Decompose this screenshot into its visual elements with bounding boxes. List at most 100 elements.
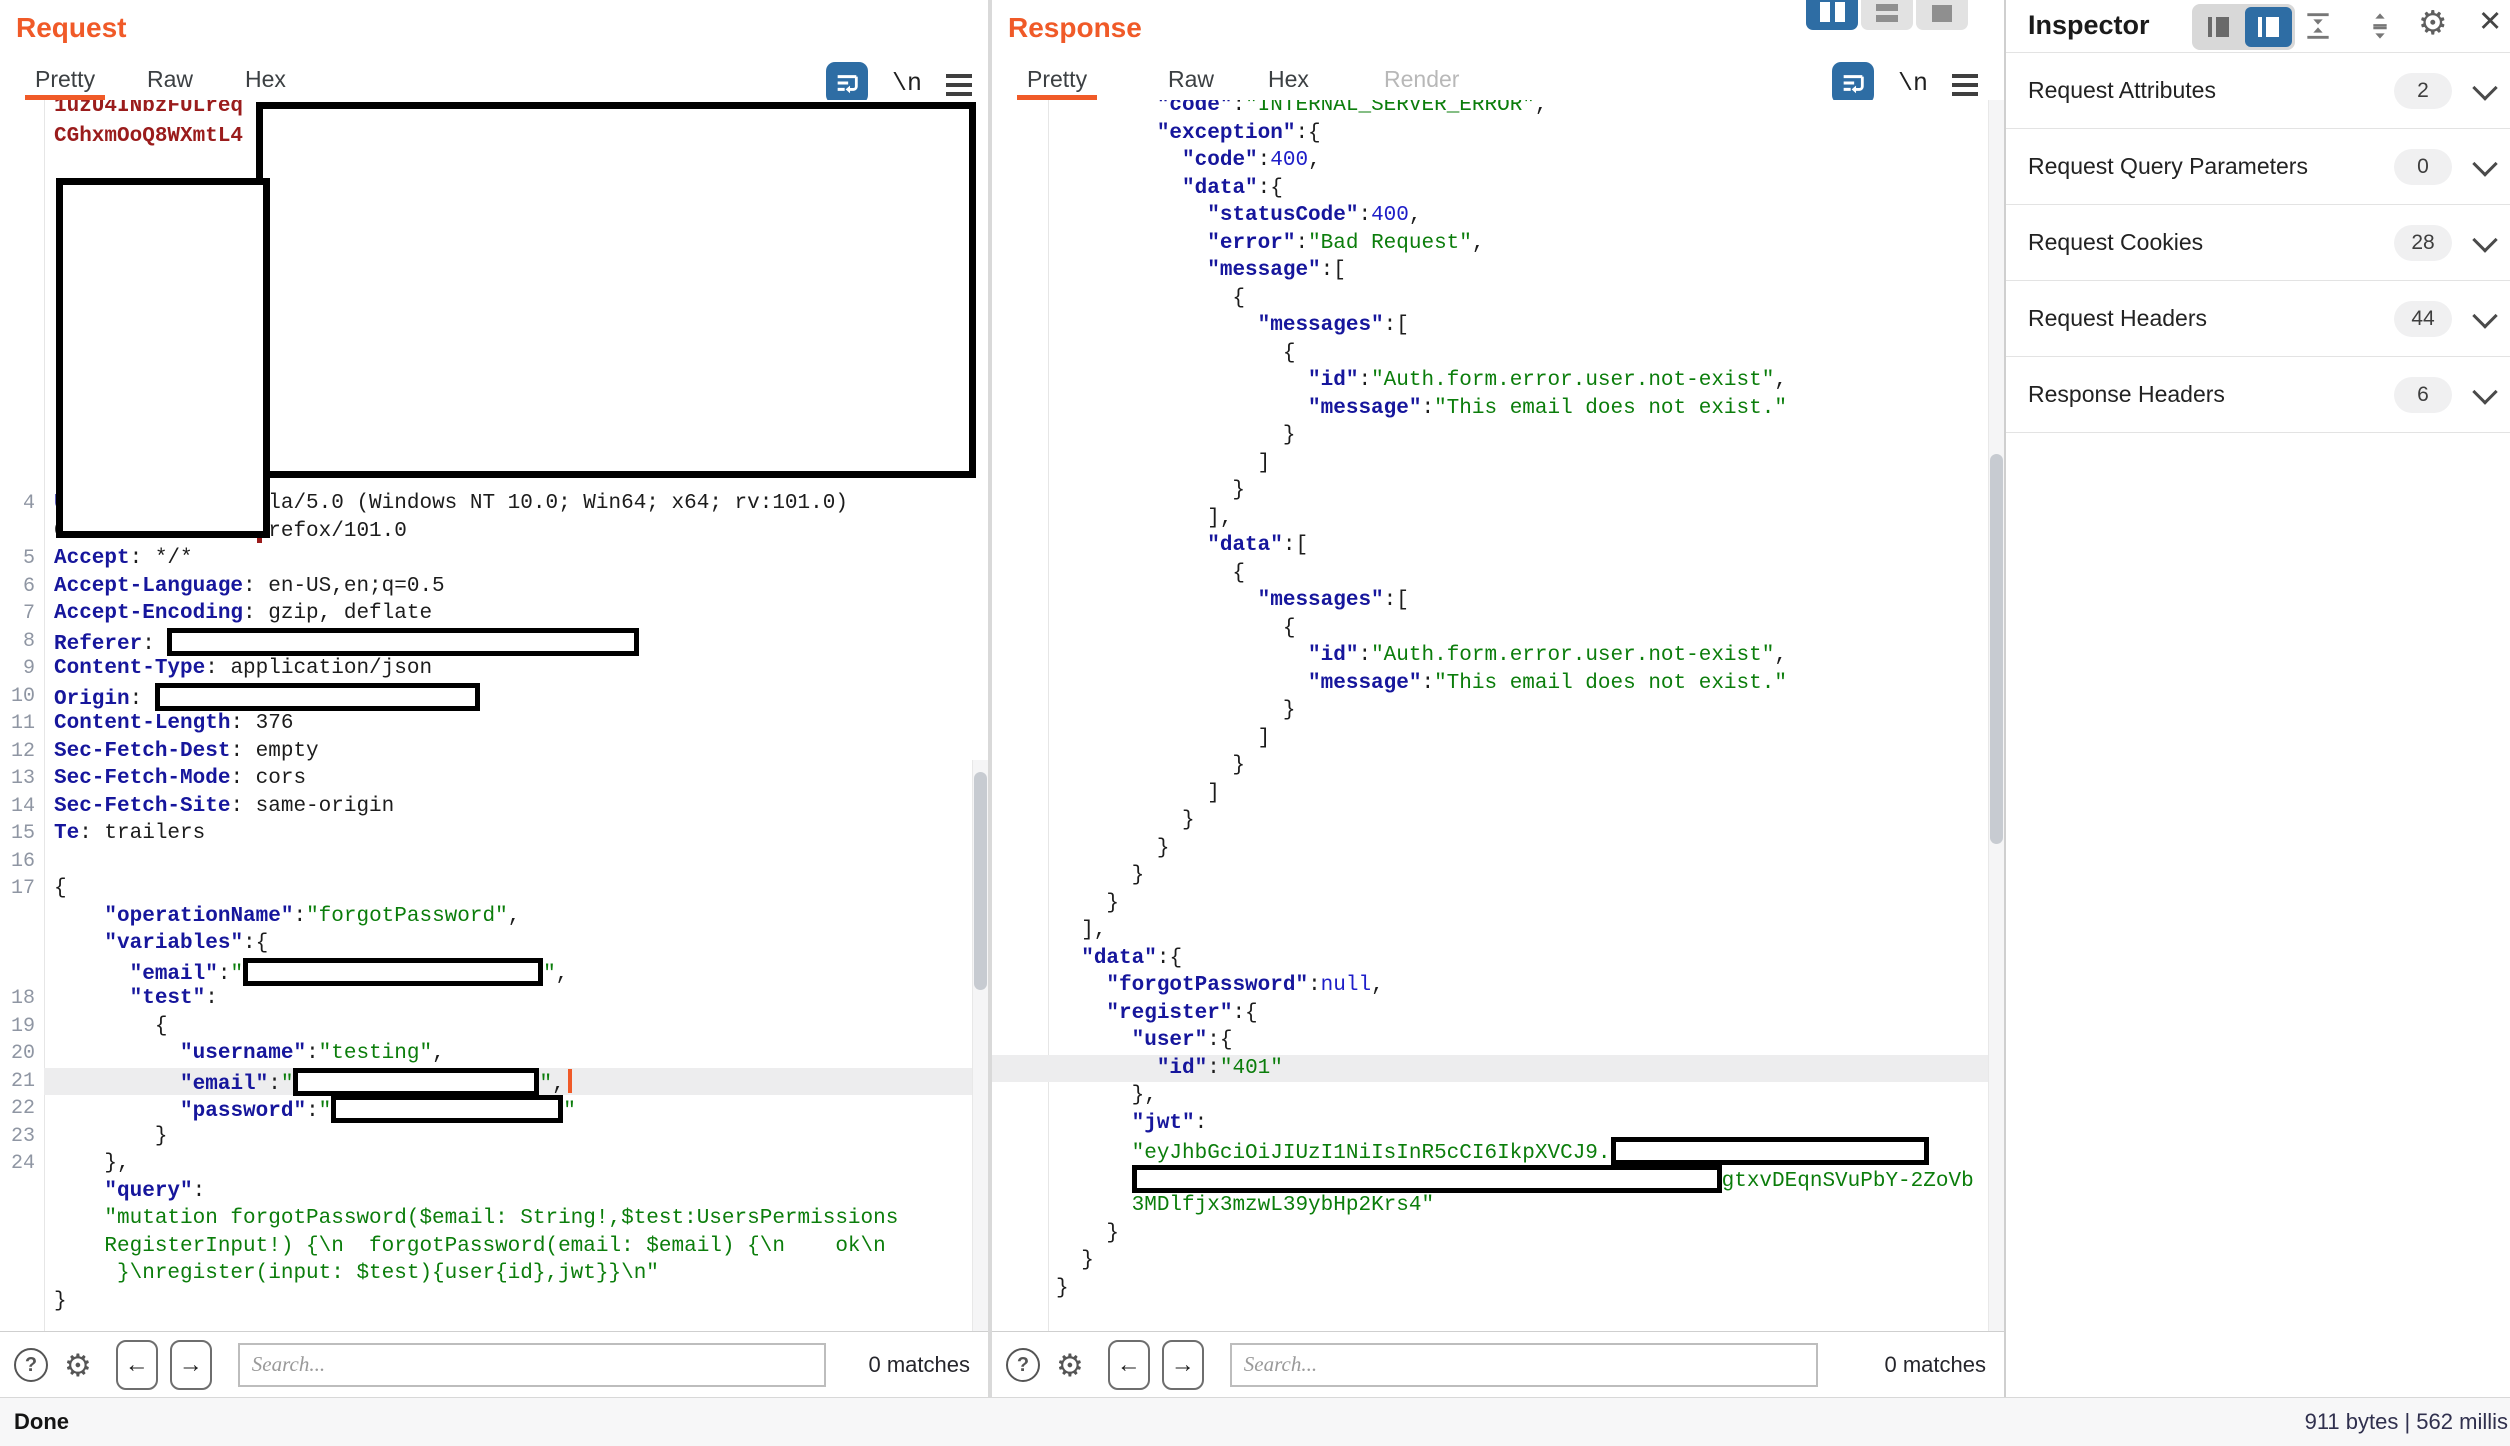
code-line: "id":"401" [992,1055,1988,1083]
status-text: Done [14,1409,69,1435]
code-token: : [193,1180,206,1203]
redaction-box-left [56,178,270,538]
single-view-icon[interactable] [1916,0,1968,30]
response-scrollbar-thumb[interactable] [1990,454,2003,844]
code-line: "messages":[ [992,312,1988,340]
response-scrollbar[interactable] [1988,100,2004,1332]
line-number: 18 [0,985,44,1013]
search-settings-gear-icon[interactable]: ⚙ [64,1350,92,1381]
code-token: "This email does not exist." [1434,397,1787,420]
line-number: 8 [0,628,44,656]
request-editor[interactable]: 1uzU4INbzFULreq CGhxmOoQ8WXmtL4 4User-Ag… [0,100,988,1332]
response-tab-hex[interactable]: Hex [1268,64,1309,99]
response-search-input[interactable] [1230,1343,1818,1387]
code-token: : [1232,100,1245,117]
response-viewer[interactable]: "code":"INTERNAL_SERVER_ERROR", "excepti… [992,100,2004,1332]
code-token [1056,1002,1106,1025]
section-request-cookies[interactable]: Request Cookies 28 [2006,204,2510,280]
request-search-matches: 0 matches [869,1352,971,1378]
request-scrollbar-thumb[interactable] [974,772,987,990]
request-tab-pretty[interactable]: Pretty [35,64,95,99]
search-prev-button[interactable]: ← [1108,1340,1150,1390]
response-tab-pretty[interactable]: Pretty [1027,64,1087,99]
help-icon[interactable]: ? [14,1348,48,1382]
code-token [1056,1142,1132,1165]
code-token: RegisterInput!) {\n forgotPassword(email… [54,1235,886,1258]
code-token [1056,100,1157,117]
collapse-all-icon[interactable] [2302,10,2334,42]
line-number: 19 [0,1013,44,1041]
code-line: { [992,340,1988,368]
response-tab-render[interactable]: Render [1384,64,1459,99]
columns-view-icon[interactable] [1806,0,1858,30]
menu-icon[interactable] [1952,74,1978,92]
code-line: ] [992,780,1988,808]
request-tab-raw[interactable]: Raw [147,64,193,99]
wrap-lines-icon[interactable] [1832,62,1874,104]
newline-toggle-icon[interactable]: \n [1898,69,1928,98]
code-token: , [1472,232,1485,255]
request-tab-hex[interactable]: Hex [245,64,286,99]
code-token: } [1056,699,1295,722]
search-next-button[interactable]: → [1162,1340,1204,1390]
code-token: : [130,688,155,711]
code-token [1056,1112,1132,1135]
rows-view-icon[interactable] [1861,0,1913,30]
wrap-lines-icon[interactable] [826,62,868,104]
inspector-settings-gear-icon[interactable]: ⚙ [2418,6,2448,39]
expand-all-icon[interactable] [2364,10,2396,42]
code-token [1056,1057,1157,1080]
request-search-bar: ? ⚙ ← → 0 matches [0,1331,988,1398]
chevron-down-icon[interactable] [2472,75,2497,100]
code-token: } [1056,1249,1094,1272]
search-prev-button[interactable]: ← [116,1340,158,1390]
code-line: "id":"Auth.form.error.user.not-exist", [992,367,1988,395]
code-line: } [0,1288,972,1316]
code-token: " [281,1073,294,1096]
code-token: : empty [230,740,318,763]
section-request-query-parameters[interactable]: Request Query Parameters 0 [2006,128,2510,204]
chevron-down-icon[interactable] [2472,303,2497,328]
chevron-down-icon[interactable] [2472,227,2497,252]
code-token: Accept-Encoding [54,602,243,625]
inspector-close-icon[interactable]: ✕ [2478,8,2502,37]
chevron-down-icon[interactable] [2472,379,2497,404]
menu-icon[interactable] [946,74,972,92]
code-line: "user":{ [992,1027,1988,1055]
line-number: 24 [0,1150,44,1178]
code-token [1056,314,1258,337]
section-label: Request Cookies [2028,205,2203,280]
search-settings-gear-icon[interactable]: ⚙ [1056,1350,1084,1381]
code-token: , [508,905,521,928]
dock-right-icon[interactable] [2245,7,2292,47]
section-request-attributes[interactable]: Request Attributes 2 [2006,52,2510,128]
code-line: 23 } [0,1123,972,1151]
code-token: :{ [1258,177,1283,200]
dock-left-icon[interactable] [2195,7,2242,47]
code-line: { [992,560,1988,588]
code-token: 3MDlfjx3mzwL39ybHp2Krs4" [1132,1194,1434,1217]
help-icon[interactable]: ? [1006,1348,1040,1382]
response-tab-raw[interactable]: Raw [1168,64,1214,99]
code-token: "exception" [1157,122,1296,145]
code-token: null [1321,974,1371,997]
code-token: :[ [1384,589,1409,612]
line-number: 10 [0,683,44,711]
code-token: , [1371,974,1384,997]
section-request-headers[interactable]: Request Headers 44 [2006,280,2510,356]
code-line: "email":"", [0,958,972,986]
code-token: , [1774,369,1787,392]
search-next-button[interactable]: → [170,1340,212,1390]
newline-toggle-icon[interactable]: \n [892,69,922,98]
request-search-input[interactable] [238,1343,826,1387]
section-response-headers[interactable]: Response Headers 6 [2006,356,2510,433]
line-number: 23 [0,1123,44,1151]
code-token [1056,232,1207,255]
request-scrollbar[interactable] [972,760,988,1332]
code-line: "register":{ [992,1000,1988,1028]
code-line: "message":"This email does not exist." [992,670,1988,698]
chevron-down-icon[interactable] [2472,151,2497,176]
redacted-token-text: CGhxmOoQ8WXmtL4 [54,122,243,152]
code-token [1056,397,1308,420]
code-line: 9Content-Type: application/json [0,655,972,683]
